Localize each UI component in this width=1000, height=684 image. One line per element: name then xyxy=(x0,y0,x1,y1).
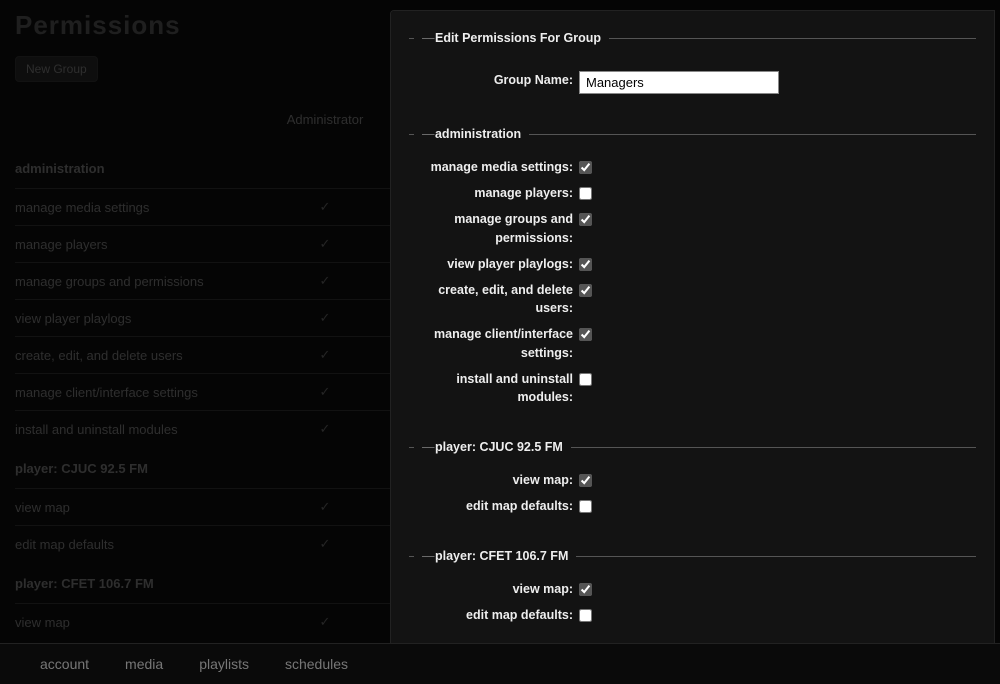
checkmark-icon: ✓ xyxy=(265,421,385,437)
nav-media[interactable]: media xyxy=(125,656,163,672)
fieldset-legend-group: Edit Permissions For Group xyxy=(414,31,609,45)
fieldset-legend: player: CFET 106.7 FM xyxy=(414,549,576,563)
permission-label: edit map defaults: xyxy=(409,497,579,516)
table-row-label: manage groups and permissions xyxy=(15,274,265,289)
permission-label: view player playlogs: xyxy=(409,255,579,274)
checkmark-icon: ✓ xyxy=(265,499,385,515)
table-row-label: edit map defaults xyxy=(15,537,265,552)
table-row-label: view player playlogs xyxy=(15,311,265,326)
permission-checkbox[interactable] xyxy=(579,258,592,271)
permission-label: create, edit, and delete users: xyxy=(409,281,579,319)
table-row-label: install and uninstall modules xyxy=(15,422,265,437)
checkmark-icon: ✓ xyxy=(265,310,385,326)
checkmark-icon: ✓ xyxy=(265,384,385,400)
permission-label: view map: xyxy=(409,580,579,599)
table-row-label: manage players xyxy=(15,237,265,252)
permission-label: manage media settings: xyxy=(409,158,579,177)
table-row-label: view map xyxy=(15,500,265,515)
checkmark-icon: ✓ xyxy=(265,199,385,215)
checkmark-icon: ✓ xyxy=(265,347,385,363)
permission-checkbox[interactable] xyxy=(579,583,592,596)
permission-label: manage client/interface settings: xyxy=(409,325,579,363)
group-name-label: Group Name: xyxy=(409,71,579,90)
permission-checkbox[interactable] xyxy=(579,500,592,513)
fieldset-legend: administration xyxy=(414,127,529,141)
permission-checkbox[interactable] xyxy=(579,187,592,200)
permission-checkbox[interactable] xyxy=(579,474,592,487)
bottom-nav: account media playlists schedules xyxy=(0,643,1000,684)
column-header-administrator: Administrator xyxy=(265,112,385,127)
nav-schedules[interactable]: schedules xyxy=(285,656,348,672)
permission-checkbox[interactable] xyxy=(579,284,592,297)
table-row-label: create, edit, and delete users xyxy=(15,348,265,363)
edit-permissions-modal: Edit Permissions For Group Group Name: a… xyxy=(390,10,995,684)
fieldset-group: Edit Permissions For Group Group Name: xyxy=(409,31,976,119)
fieldset-legend: player: CJUC 92.5 FM xyxy=(414,440,571,454)
checkmark-icon: ✓ xyxy=(265,536,385,552)
permission-label: edit map defaults: xyxy=(409,606,579,625)
fieldset-permission-section: player: CFET 106.7 FM view map: edit map d… xyxy=(409,549,976,650)
permission-label: manage groups and permissions: xyxy=(409,210,579,248)
group-name-input[interactable] xyxy=(579,71,779,94)
fieldset-permission-section: player: CJUC 92.5 FM view map: edit map de… xyxy=(409,440,976,541)
nav-playlists[interactable]: playlists xyxy=(199,656,249,672)
permission-checkbox[interactable] xyxy=(579,373,592,386)
table-row-label: manage media settings xyxy=(15,200,265,215)
permission-checkbox[interactable] xyxy=(579,213,592,226)
checkmark-icon: ✓ xyxy=(265,273,385,289)
fieldset-permission-section: administration manage media settings: mana… xyxy=(409,127,976,432)
table-row-label: view map xyxy=(15,615,265,630)
permission-label: install and uninstall modules: xyxy=(409,370,579,408)
table-row-label: manage client/interface settings xyxy=(15,385,265,400)
permission-checkbox[interactable] xyxy=(579,328,592,341)
nav-account[interactable]: account xyxy=(40,656,89,672)
permission-label: view map: xyxy=(409,471,579,490)
checkmark-icon: ✓ xyxy=(265,236,385,252)
new-group-button[interactable]: New Group xyxy=(15,56,98,82)
permission-label: manage players: xyxy=(409,184,579,203)
permission-checkbox[interactable] xyxy=(579,609,592,622)
checkmark-icon: ✓ xyxy=(265,614,385,630)
permission-checkbox[interactable] xyxy=(579,161,592,174)
